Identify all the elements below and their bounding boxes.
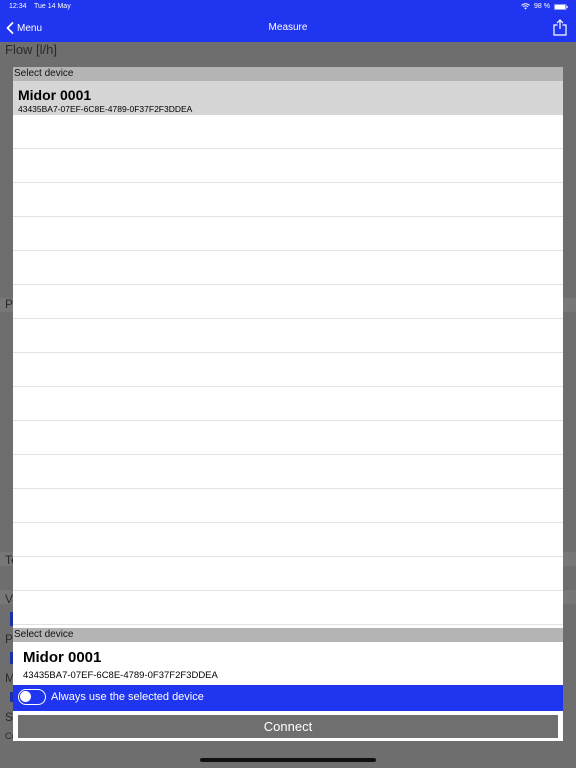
status-date: Tue 14 May: [34, 3, 71, 10]
empty-list-row: [13, 319, 563, 353]
empty-list-row: [13, 251, 563, 285]
empty-list-row: [13, 149, 563, 183]
empty-list-row: [13, 523, 563, 557]
empty-list-row: [13, 591, 563, 625]
device-name: Midor 0001: [18, 87, 92, 103]
empty-list-row: [13, 353, 563, 387]
always-use-row: Always use the selected device: [13, 685, 563, 711]
device-list[interactable]: [13, 115, 563, 628]
device-id: 43435BA7-07EF-6C8E-4789-0F37F2F3DDEA: [18, 104, 193, 114]
flow-label: Flow [l/h]: [5, 42, 58, 57]
always-use-label: Always use the selected device: [51, 691, 204, 703]
nav-title: Measure: [268, 22, 308, 33]
status-bar: 12:34 Tue 14 May 98 %: [0, 0, 576, 14]
device-list-item[interactable]: Midor 0001 43435BA7-07EF-6C8E-4789-0F37F…: [13, 81, 563, 115]
device-picker-sheet: Select device Midor 0001 43435BA7-07EF-6…: [13, 67, 563, 741]
selected-device-id: 43435BA7-07EF-6C8E-4789-0F37F2F3DDEA: [23, 670, 218, 681]
wifi-icon: [521, 3, 530, 10]
selected-device-name: Midor 0001: [23, 649, 102, 666]
screen: 12:34 Tue 14 May 98 % Menu Measure Flow …: [0, 0, 576, 768]
empty-list-row: [13, 387, 563, 421]
battery-icon: [554, 3, 568, 10]
empty-list-row: [13, 217, 563, 251]
empty-list-row: [13, 489, 563, 523]
always-use-toggle[interactable]: [18, 689, 46, 705]
toggle-knob: [20, 691, 31, 702]
connect-button[interactable]: Connect: [18, 715, 558, 738]
home-indicator: [200, 758, 376, 762]
navigation-bar: Menu Measure: [0, 14, 576, 42]
selected-device-header: Select device: [13, 628, 563, 642]
empty-list-row: [13, 183, 563, 217]
status-right: 98 %: [521, 3, 568, 10]
device-list-header: Select device: [13, 67, 563, 81]
empty-list-row: [13, 115, 563, 149]
empty-list-row: [13, 285, 563, 319]
empty-list-row: [13, 557, 563, 591]
selected-device-card: Midor 0001 43435BA7-07EF-6C8E-4789-0F37F…: [13, 642, 563, 685]
battery-percent: 98 %: [534, 3, 550, 10]
share-icon[interactable]: [553, 19, 567, 36]
empty-list-row: [13, 421, 563, 455]
empty-list-row: [13, 455, 563, 489]
background-fragment: P: [5, 297, 14, 311]
status-time: 12:34: [9, 3, 27, 10]
